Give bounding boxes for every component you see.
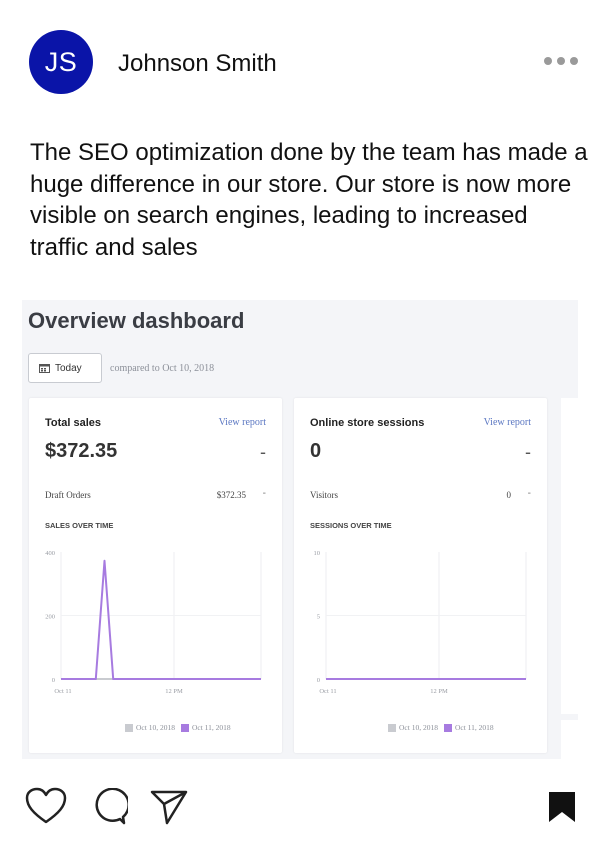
legend-label: Oct 10, 2018: [136, 723, 175, 732]
row-value: 0: [506, 490, 512, 500]
date-button-label: Today: [55, 362, 82, 374]
x-tick-label: Oct 11: [54, 688, 71, 695]
x-tick-label: 12 PM: [165, 688, 183, 695]
row-value: $372.35: [216, 490, 246, 500]
legend-label: Oct 11, 2018: [191, 723, 231, 732]
sales-over-time-chart: 0 200 400 Oct 11 12 PM: [45, 550, 262, 695]
x-tick-label: Oct 11: [319, 688, 336, 695]
date-button[interactable]: Today: [28, 353, 102, 383]
series-line: [61, 559, 261, 680]
chart-legend: Oct 10, 2018 Oct 11, 2018: [382, 723, 494, 732]
next-card-edge: [561, 720, 578, 759]
sessions-over-time-chart: 0 5 10 Oct 11 12 PM: [314, 550, 527, 695]
legend-label: Oct 11, 2018: [454, 723, 494, 732]
more-options-icon[interactable]: [544, 56, 580, 66]
bookmark-icon[interactable]: [548, 791, 576, 828]
y-tick-label: 0: [317, 677, 320, 684]
legend-swatch: [443, 723, 452, 732]
legend-label: Oct 10, 2018: [399, 723, 438, 732]
card-value-change: -: [525, 442, 531, 462]
row-label: Visitors: [310, 490, 338, 500]
y-tick-label: 5: [317, 614, 320, 621]
row-change: -: [527, 488, 531, 499]
card-value: 0: [310, 440, 322, 462]
view-report-link[interactable]: View report: [484, 417, 531, 428]
comment-icon[interactable]: [90, 787, 130, 831]
legend-swatch: [125, 723, 133, 732]
chart-subtitle: SALES OVER TIME: [45, 521, 114, 530]
dashboard-title: Overview dashboard: [28, 308, 245, 333]
y-tick-label: 10: [314, 550, 321, 557]
post-header: JS Johnson Smith: [0, 0, 607, 130]
y-tick-label: 0: [52, 677, 55, 684]
chart-subtitle: SESSIONS OVER TIME: [310, 521, 392, 530]
row-change: -: [262, 488, 266, 499]
post-caption: The SEO optimization done by the team ha…: [30, 139, 588, 261]
y-tick-label: 400: [45, 550, 55, 557]
row-label: Draft Orders: [45, 490, 91, 500]
dashboard-screenshot: Overview dashboard Today compared to Oct…: [22, 300, 578, 759]
next-card-edge: [561, 398, 578, 714]
online-store-sessions-card: Online store sessions View report 0 - Vi…: [294, 398, 547, 753]
legend-swatch: [388, 723, 396, 732]
avatar[interactable]: JS: [29, 30, 93, 94]
send-icon[interactable]: [150, 789, 188, 830]
card-title: Total sales: [45, 417, 102, 429]
card-title: Online store sessions: [310, 417, 425, 429]
total-sales-card: Total sales View report $372.35 - Draft …: [29, 398, 282, 753]
calendar-icon: [39, 363, 50, 373]
view-report-link[interactable]: View report: [219, 417, 266, 428]
y-tick-label: 200: [45, 614, 55, 621]
compared-text: compared to Oct 10, 2018: [110, 363, 215, 374]
card-value-change: -: [260, 442, 266, 462]
x-tick-label: 12 PM: [430, 688, 448, 695]
post-actions: [0, 775, 607, 835]
heart-icon[interactable]: [25, 787, 67, 830]
username[interactable]: Johnson Smith: [118, 50, 277, 78]
legend-swatch: [180, 723, 189, 732]
chart-legend: Oct 10, 2018 Oct 11, 2018: [119, 723, 231, 732]
card-value: $372.35: [45, 440, 118, 462]
